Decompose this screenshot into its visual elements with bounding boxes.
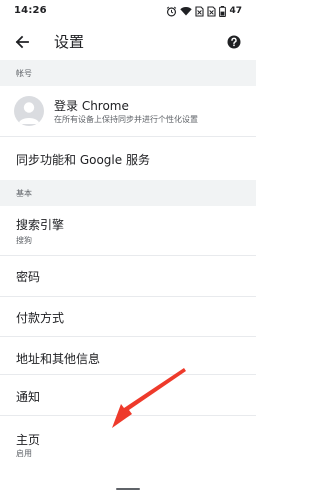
payment-title: 付款方式: [16, 311, 65, 325]
addresses-title: 地址和其他信息: [16, 352, 101, 366]
homepage-item[interactable]: 主页 启用: [0, 416, 256, 472]
homepage-value: 启用: [16, 449, 32, 458]
signin-chrome-item[interactable]: 登录 Chrome 在所有设备上保持同步并进行个性化设置: [0, 86, 256, 136]
sync-google-services-item[interactable]: 同步功能和 Google 服务: [0, 137, 256, 180]
search-engine-value: 搜狗: [16, 236, 32, 245]
addresses-item[interactable]: 地址和其他信息: [0, 338, 256, 378]
home-gesture-handle[interactable]: [116, 488, 140, 490]
navigation-bar: [0, 472, 256, 500]
help-button[interactable]: [224, 32, 244, 52]
status-bar: 14:26 47: [0, 0, 256, 24]
status-time: 14:26: [14, 5, 47, 16]
person-icon: [18, 102, 40, 124]
page-title: 设置: [54, 33, 85, 51]
no-sim-icon: [195, 5, 205, 17]
search-engine-item[interactable]: 搜索引擎 搜狗: [0, 206, 256, 255]
section-header-basic: 基本: [0, 180, 256, 206]
avatar: [14, 96, 44, 126]
notifications-title: 通知: [16, 390, 41, 404]
signin-title: 登录 Chrome: [54, 99, 129, 113]
signin-subtitle: 在所有设备上保持同步并进行个性化设置: [54, 115, 198, 124]
battery-level: 47: [229, 6, 242, 16]
battery-icon: [219, 5, 227, 17]
sync-title: 同步功能和 Google 服务: [16, 153, 150, 167]
passwords-item[interactable]: 密码: [0, 256, 256, 296]
wifi-icon: [180, 7, 193, 16]
back-button[interactable]: [10, 30, 34, 54]
help-icon: [227, 35, 241, 49]
section-header-account: 帐号: [0, 60, 256, 86]
divider: [0, 336, 256, 337]
alarm-icon: [167, 6, 177, 16]
no-sim-icon: [207, 5, 217, 17]
notifications-item[interactable]: 通知: [0, 375, 256, 415]
passwords-title: 密码: [16, 270, 41, 284]
homepage-title: 主页: [16, 433, 41, 447]
search-engine-title: 搜索引擎: [16, 218, 65, 232]
payment-methods-item[interactable]: 付款方式: [0, 297, 256, 337]
back-arrow-icon: [15, 35, 29, 49]
status-icons: 47: [166, 5, 242, 17]
app-bar: 设置: [0, 24, 256, 60]
